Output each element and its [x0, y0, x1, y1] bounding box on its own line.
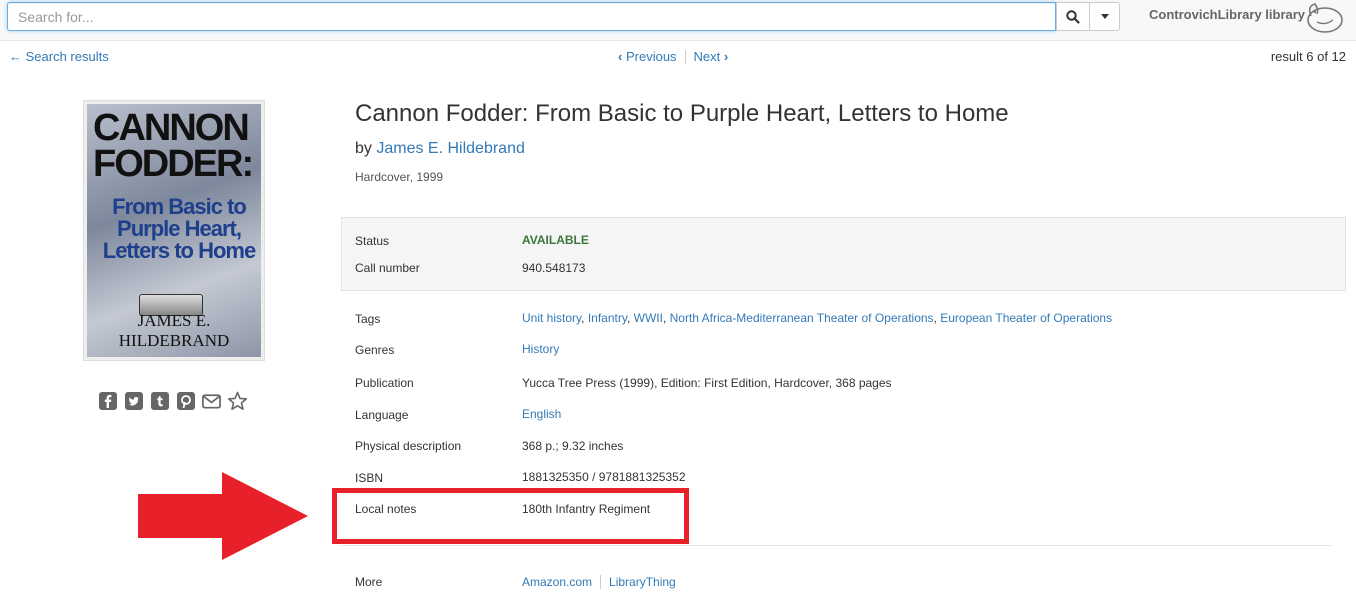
isbn-value: 1881325350 / 9781881325352 — [522, 470, 686, 484]
pinterest-icon[interactable] — [175, 390, 196, 411]
arrow-left-icon: ← — [9, 49, 22, 64]
top-bar: ControvichLibrary library — [0, 0, 1356, 41]
tag-link[interactable]: WWII — [634, 311, 663, 325]
librarything-link[interactable]: LibraryThing — [609, 575, 676, 589]
search-button[interactable] — [1056, 2, 1090, 31]
publication-value: Yucca Tree Press (1999), Edition: First … — [522, 376, 892, 390]
status-label: Status — [355, 234, 390, 248]
call-number-label: Call number — [355, 261, 420, 275]
publication-label: Publication — [355, 376, 414, 390]
tag-link[interactable]: European Theater of Operations — [940, 311, 1112, 325]
author-link[interactable]: James E. Hildebrand — [376, 140, 525, 157]
previous-label: Previous — [625, 49, 677, 64]
more-label: More — [355, 575, 383, 589]
search-input[interactable] — [7, 2, 1056, 31]
next-link[interactable]: Next › — [694, 49, 729, 64]
genres-label: Genres — [355, 343, 395, 357]
librarything-logo[interactable] — [1303, 0, 1347, 34]
highlight-box — [332, 488, 689, 544]
more-links: Amazon.com LibraryThing — [522, 575, 676, 589]
physical-description-label: Physical description — [355, 439, 462, 453]
caret-down-icon — [1100, 14, 1109, 19]
star-icon[interactable] — [227, 390, 248, 411]
cover-title-line2: FODDER: — [93, 143, 254, 185]
status-value: AVAILABLE — [522, 233, 589, 247]
cover-title: CANNON FODDER: — [93, 107, 254, 185]
share-toolbar — [97, 390, 248, 411]
book-title: Cannon Fodder: From Basic to Purple Hear… — [355, 100, 1009, 127]
section-divider — [341, 545, 1332, 546]
language-link[interactable]: English — [522, 407, 561, 421]
cover-art: CANNON FODDER: From Basic to Purple Hear… — [87, 104, 261, 357]
email-icon[interactable] — [201, 390, 222, 411]
tag-link[interactable]: Infantry — [588, 311, 627, 325]
book-cover[interactable]: CANNON FODDER: From Basic to Purple Hear… — [83, 100, 265, 361]
tag-link[interactable]: Unit history — [522, 311, 581, 325]
amazon-link[interactable]: Amazon.com — [522, 575, 592, 589]
next-label: Next — [693, 49, 721, 64]
previous-link[interactable]: ‹ Previous — [618, 49, 677, 64]
isbn-label: ISBN — [355, 471, 384, 485]
back-label: Search results — [25, 49, 109, 64]
results-navigation: ← Search results ‹ Previous Next › resul… — [0, 41, 1356, 71]
tags-label: Tags — [355, 312, 381, 326]
call-number-value: 940.548173 — [522, 261, 586, 275]
physical-description-value: 368 p.; 9.32 inches — [522, 439, 624, 453]
pager-divider — [684, 49, 686, 64]
back-to-search-results-link[interactable]: ← Search results — [9, 49, 109, 64]
result-count: result 6 of 12 — [1270, 49, 1346, 64]
availability-panel — [341, 217, 1346, 291]
tag-link[interactable]: North Africa-Mediterranean Theater of Op… — [670, 311, 934, 325]
library-name[interactable]: ControvichLibrary library — [1149, 7, 1305, 22]
byline: by James E. Hildebrand — [355, 140, 525, 158]
red-arrow-annotation — [138, 472, 308, 560]
twitter-icon[interactable] — [123, 390, 144, 411]
cover-author: JAMES E. HILDEBRAND — [118, 311, 230, 350]
facebook-icon[interactable] — [97, 390, 118, 411]
tags-list: Unit history, Infantry, WWII, North Afri… — [522, 311, 1113, 325]
genre-link[interactable]: History — [522, 342, 559, 356]
language-label: Language — [355, 408, 409, 422]
by-label: by — [355, 140, 372, 157]
format-year: Hardcover, 1999 — [355, 170, 444, 184]
chevron-right-icon: › — [723, 49, 729, 64]
more-links-divider — [600, 575, 602, 589]
pager: ‹ Previous Next › — [618, 49, 728, 64]
search-options-dropdown[interactable] — [1089, 2, 1120, 31]
cover-subtitle: From Basic to Purple Heart, Letters to H… — [102, 194, 256, 263]
cover-title-line1: CANNON — [93, 107, 250, 149]
search-icon — [1066, 9, 1080, 24]
tumblr-icon[interactable] — [149, 390, 170, 411]
chevron-left-icon: ‹ — [618, 49, 623, 64]
